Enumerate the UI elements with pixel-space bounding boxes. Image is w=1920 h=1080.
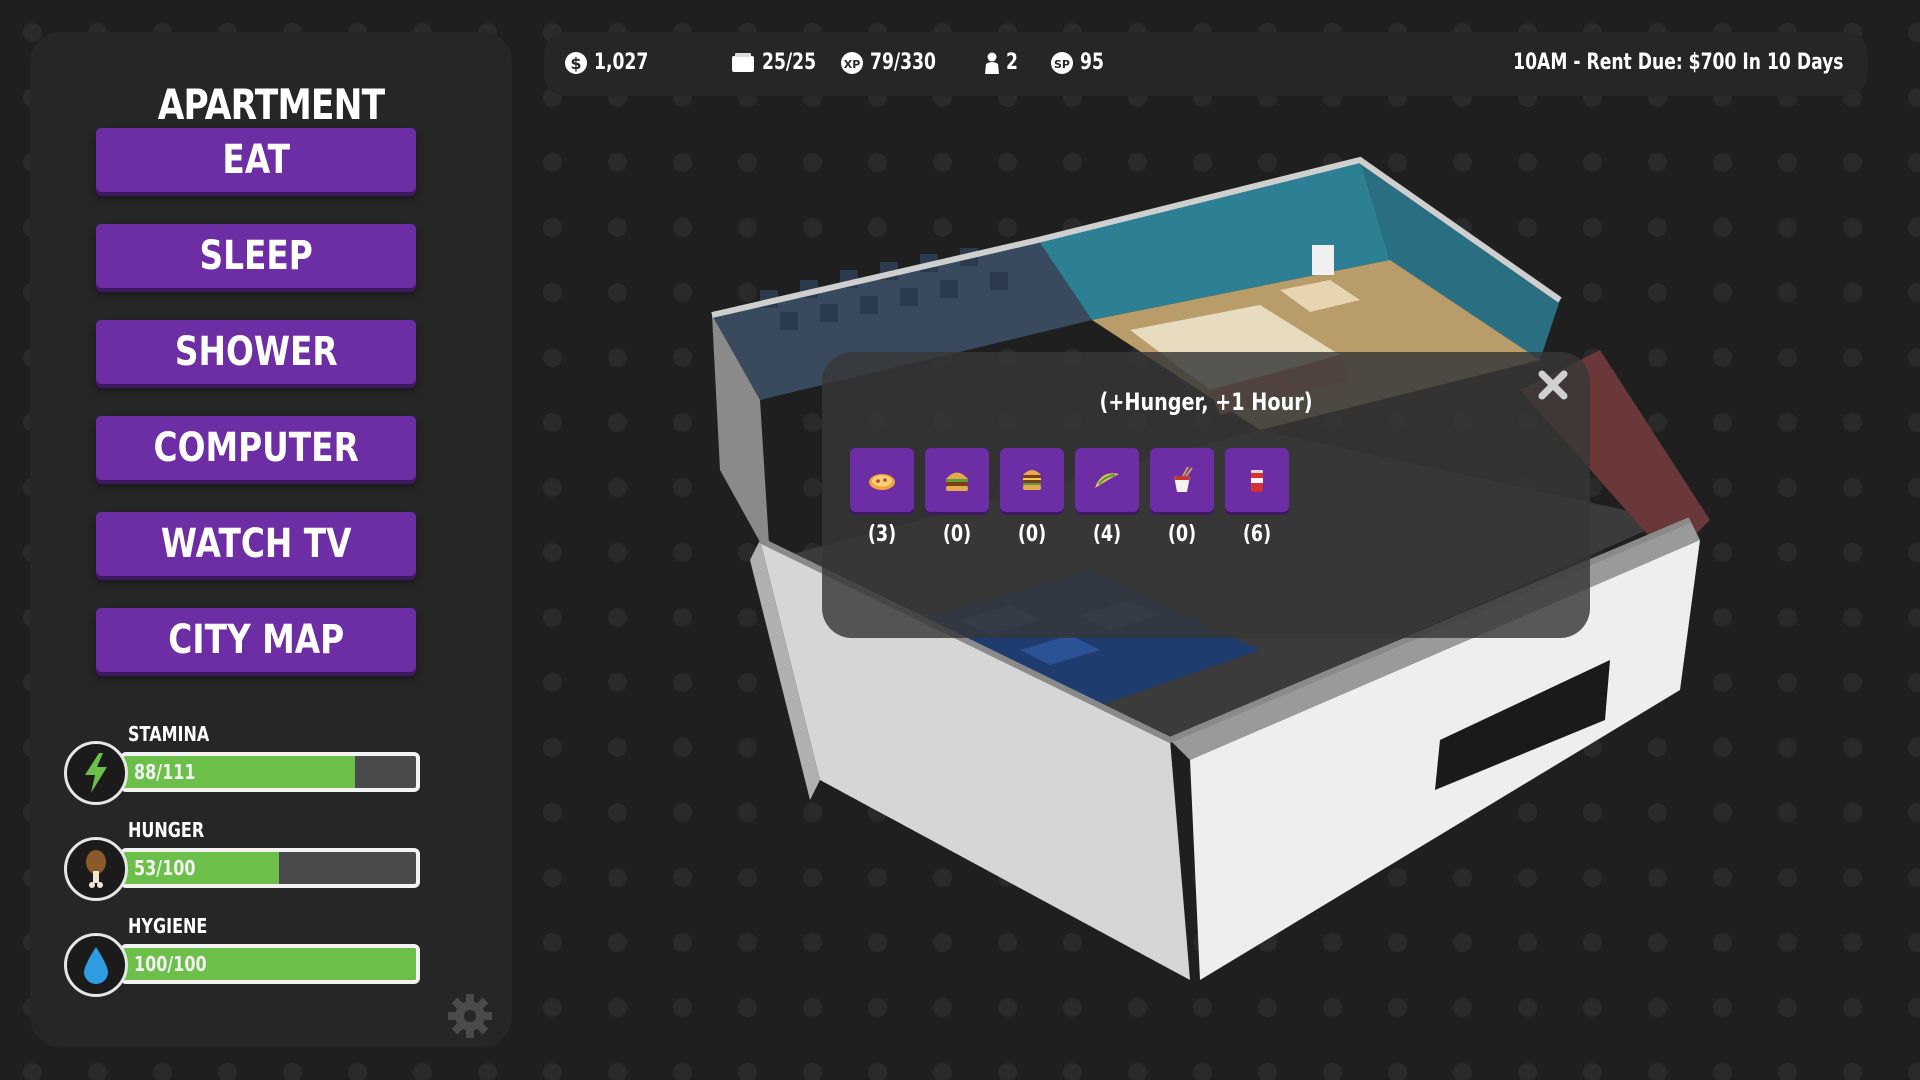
- stamina-label: STAMINA: [128, 722, 210, 746]
- sleep-button-label: SLEEP: [199, 233, 313, 279]
- drumstick-icon: [64, 837, 128, 901]
- taco-icon: [1095, 473, 1119, 488]
- eat-button-label: EAT: [222, 137, 290, 183]
- watch-tv-button-label: WATCH TV: [160, 521, 352, 567]
- soda-can-button[interactable]: [1225, 448, 1289, 512]
- noodle-box-icon: [1174, 466, 1193, 492]
- sp-icon: SP: [1051, 51, 1073, 74]
- water-drop-icon: [64, 933, 128, 997]
- money-value: 1,027: [594, 50, 649, 75]
- svg-text:SP: SP: [1054, 58, 1070, 71]
- computer-button[interactable]: COMPUTER: [96, 416, 416, 480]
- food-slot-taco: (4): [1075, 448, 1139, 547]
- burger-button[interactable]: [925, 448, 989, 512]
- hygiene-value: 100/100: [134, 952, 207, 976]
- noodle-box-count: (0): [1167, 522, 1197, 547]
- people-value: 2: [1006, 50, 1018, 75]
- taco-count: (4): [1092, 522, 1122, 547]
- xp-stat: XP 79/330: [840, 50, 955, 75]
- cards-value: 25/25: [762, 50, 817, 75]
- money-stat: $ 1,027: [564, 50, 664, 75]
- svg-text:XP: XP: [844, 58, 861, 71]
- sleep-button[interactable]: SLEEP: [96, 224, 416, 288]
- panel-title: APARTMENT: [157, 80, 385, 129]
- svg-text:$: $: [570, 54, 581, 73]
- city-map-button-label: CITY MAP: [168, 617, 344, 663]
- soda-can-count: (6): [1242, 522, 1272, 547]
- pizza-count: (3): [867, 522, 897, 547]
- eat-button[interactable]: EAT: [96, 128, 416, 192]
- double-burger-count: (0): [1017, 522, 1047, 547]
- soda-can-icon: [1251, 470, 1263, 492]
- pizza-button[interactable]: [850, 448, 914, 512]
- apartment-panel: APARTMENT EAT SLEEP SHOWER COMPUTER WATC…: [30, 32, 512, 1047]
- popup-subtitle: (+Hunger, +1 Hour): [1099, 388, 1313, 416]
- sp-value: 95: [1080, 50, 1104, 75]
- eat-popup: (+Hunger, +1 Hour) (3) (0) (0) (4) (0) (…: [822, 352, 1590, 638]
- hygiene-bar: 100/100: [120, 944, 420, 984]
- hunger-bar: 53/100: [120, 848, 420, 888]
- hunger-label: HUNGER: [128, 818, 205, 842]
- double-burger-button[interactable]: [1000, 448, 1064, 512]
- xp-value: 79/330: [870, 50, 936, 75]
- person-icon: [985, 52, 999, 74]
- dollar-coin-icon: $: [565, 51, 587, 74]
- hygiene-label: HYGIENE: [128, 914, 208, 938]
- stamina-value: 88/111: [134, 760, 196, 784]
- food-slot-double-burger: (0): [1000, 448, 1064, 547]
- people-stat: 2: [984, 50, 1021, 75]
- computer-button-label: COMPUTER: [153, 425, 359, 471]
- cards-stat: 25/25: [730, 50, 831, 75]
- cards-icon: [732, 52, 754, 72]
- stamina-bar: 88/111: [120, 752, 420, 792]
- food-slot-noodle-box: (0): [1150, 448, 1214, 547]
- burger-icon: [946, 472, 968, 491]
- burger-count: (0): [942, 522, 972, 547]
- food-slot-burger: (0): [925, 448, 989, 547]
- close-icon[interactable]: [1536, 368, 1570, 402]
- top-status-bar: $ 1,027 25/25 XP 79/330 2 SP 95 10AM - R…: [544, 32, 1868, 96]
- food-slot-pizza: (3): [850, 448, 914, 547]
- taco-button[interactable]: [1075, 448, 1139, 512]
- gear-icon[interactable]: [446, 992, 494, 1040]
- xp-icon: XP: [841, 51, 863, 74]
- hunger-stat: HUNGER 53/100: [64, 818, 424, 908]
- watch-tv-button[interactable]: WATCH TV: [96, 512, 416, 576]
- stamina-stat: STAMINA 88/111: [64, 722, 424, 812]
- shower-button-label: SHOWER: [174, 329, 338, 375]
- lightning-icon: [64, 741, 128, 805]
- hygiene-stat: HYGIENE 100/100: [64, 914, 424, 1004]
- city-map-button[interactable]: CITY MAP: [96, 608, 416, 672]
- hunger-value: 53/100: [134, 856, 196, 880]
- pizza-icon: [869, 474, 895, 490]
- sp-stat: SP 95: [1050, 50, 1111, 75]
- time-rent-status: 10AM - Rent Due: $700 In 10 Days: [1513, 50, 1844, 75]
- food-slot-soda-can: (6): [1225, 448, 1289, 547]
- shower-button[interactable]: SHOWER: [96, 320, 416, 384]
- double-burger-icon: [1023, 470, 1041, 490]
- noodle-box-button[interactable]: [1150, 448, 1214, 512]
